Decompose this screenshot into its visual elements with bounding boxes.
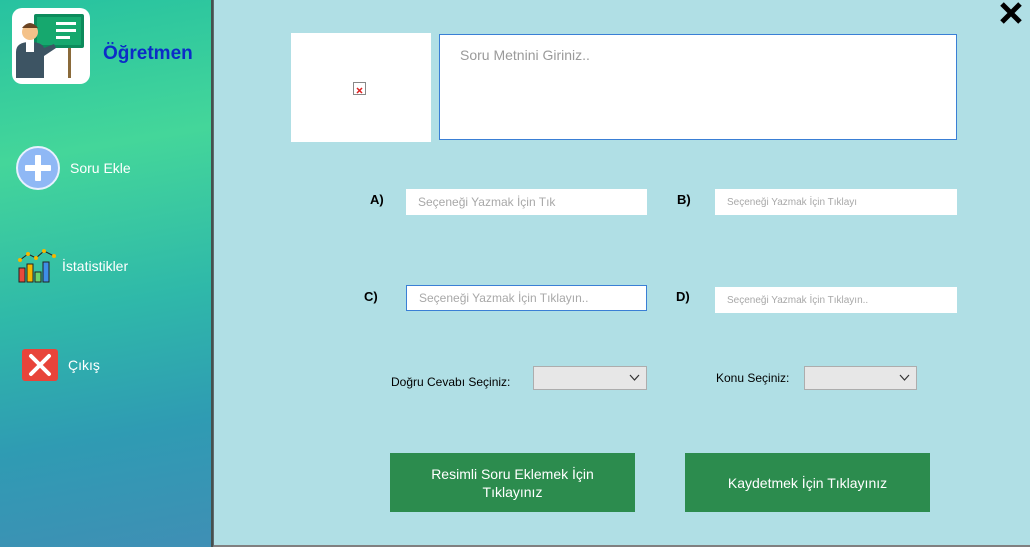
close-icon[interactable] [998,0,1024,26]
correct-answer-select[interactable] [533,366,647,390]
chevron-down-icon [899,374,910,381]
topic-select[interactable] [804,366,917,390]
sidebar-item-label: İstatistikler [62,258,129,274]
sidebar-item-label: Soru Ekle [70,160,131,176]
option-d-label: D) [676,289,690,304]
sidebar: Öğretmen Soru Ekle İstatistikler Çıkış [0,0,211,547]
sidebar-item-label: Çıkış [68,357,100,373]
save-button[interactable]: Kaydetmek İçin Tıklayınız [685,453,930,512]
option-b-input[interactable]: Seçeneği Yazmak İçin Tıklayı [715,189,957,215]
teacher-logo [12,8,90,84]
topic-label: Konu Seçiniz: [716,371,790,385]
option-c-label: C) [364,289,378,304]
option-c-input[interactable]: Seçeneği Yazmak İçin Tıklayın.. [406,285,647,311]
option-a-label: A) [370,192,384,207]
image-question-button[interactable]: Resimli Soru Eklemek İçin Tıklayınız [390,453,635,512]
option-d-input[interactable]: Seçeneği Yazmak İçin Tıklayın.. [715,287,957,313]
sidebar-item-istatistikler[interactable]: İstatistikler [18,248,128,284]
broken-image-icon [353,82,366,95]
sidebar-item-cikis[interactable]: Çıkış [20,347,100,383]
question-image-box[interactable] [291,33,431,142]
option-b-label: B) [677,192,691,207]
bar-chart-icon [18,249,56,283]
chevron-down-icon [629,374,640,381]
option-a-input[interactable]: Seçeneği Yazmak İçin Tık [406,189,647,215]
question-text-input[interactable]: Soru Metnini Giriniz.. [439,34,957,140]
plus-circle-icon [16,146,60,190]
sidebar-item-soru-ekle[interactable]: Soru Ekle [14,144,131,192]
correct-answer-label: Doğru Cevabı Seçiniz: [391,375,511,389]
brand-title: Öğretmen [103,43,193,64]
close-square-icon [22,349,58,381]
